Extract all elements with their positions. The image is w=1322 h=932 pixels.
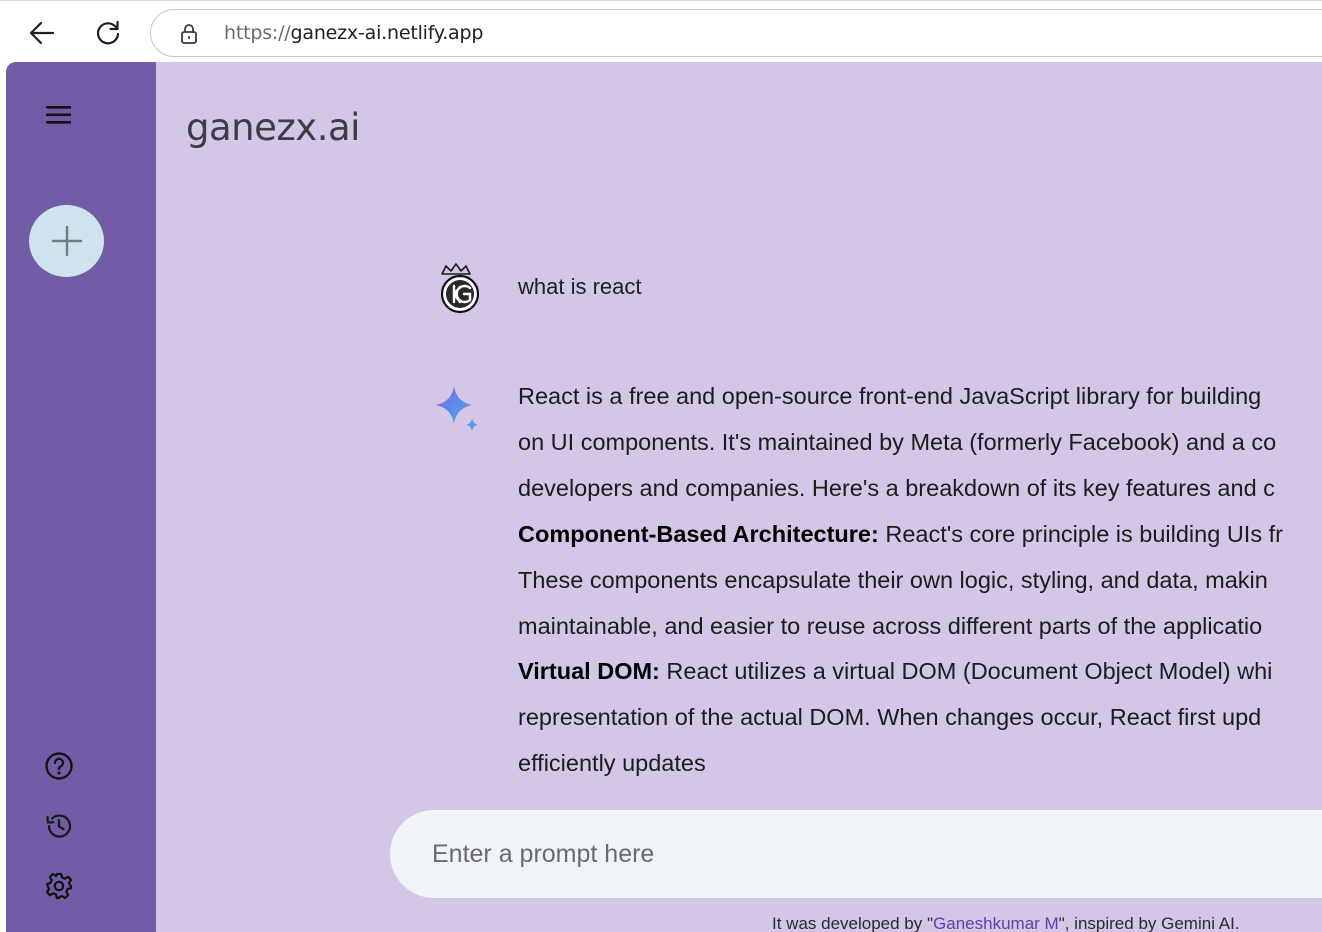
author-link[interactable]: Ganeshkumar M <box>933 914 1059 932</box>
feature-heading: Component-Based Architecture: <box>518 520 879 547</box>
new-chat-button[interactable] <box>29 205 104 277</box>
history-icon <box>46 814 72 838</box>
menu-button[interactable] <box>42 100 76 130</box>
history-button[interactable] <box>43 810 75 842</box>
hamburger-menu-icon <box>46 106 71 124</box>
app-title: ganezx.ai <box>186 106 360 149</box>
address-bar[interactable]: https://ganezx-ai.netlify.app <box>150 9 1322 57</box>
response-line: developers and companies. Here's a break… <box>518 474 1275 501</box>
reload-icon <box>96 20 120 45</box>
plus-icon <box>51 225 82 257</box>
assistant-response: React is a free and open-source front-en… <box>518 374 1322 787</box>
response-line: representation of the actual DOM. When c… <box>518 704 1262 731</box>
user-message: what is react <box>518 274 642 299</box>
main-content: ganezx.ai what is react React is a free … <box>156 62 1322 932</box>
response-line: Component-Based Architecture: React's co… <box>518 520 1283 547</box>
user-message-row: what is react <box>436 262 1322 318</box>
gear-icon <box>45 872 73 900</box>
browser-toolbar: https://ganezx-ai.netlify.app <box>0 0 1322 62</box>
sidebar <box>6 62 156 932</box>
feature-heading: Virtual DOM: <box>518 658 660 685</box>
help-circle-icon <box>45 752 73 780</box>
arrow-left-icon <box>29 21 55 45</box>
url-scheme: https:// <box>224 22 291 44</box>
reload-button[interactable] <box>90 15 126 51</box>
response-line: efficiently updates <box>518 750 706 777</box>
prompt-bar <box>390 810 1322 898</box>
response-line: These components encapsulate their own l… <box>518 566 1268 593</box>
response-line: React is a free and open-source front-en… <box>518 383 1262 409</box>
back-button[interactable] <box>24 15 60 51</box>
app-container: ganezx.ai what is react React is a free … <box>6 62 1322 932</box>
lock-icon[interactable] <box>179 23 199 45</box>
response-line: Virtual DOM: React utilizes a virtual DO… <box>518 658 1273 685</box>
gemini-sparkle-icon <box>436 386 478 432</box>
response-line: maintainable, and easier to reuse across… <box>518 612 1263 639</box>
url-text[interactable]: https://ganezx-ai.netlify.app <box>224 22 483 44</box>
footer-note: It was developed by "Ganeshkumar M", ins… <box>772 914 1240 932</box>
user-avatar <box>440 263 480 314</box>
settings-button[interactable] <box>43 870 75 902</box>
url-host: ganezx-ai.netlify.app <box>290 22 484 44</box>
help-button[interactable] <box>43 750 75 782</box>
prompt-input[interactable] <box>432 832 1232 876</box>
response-line: on UI components. It's maintained by Met… <box>518 428 1277 455</box>
